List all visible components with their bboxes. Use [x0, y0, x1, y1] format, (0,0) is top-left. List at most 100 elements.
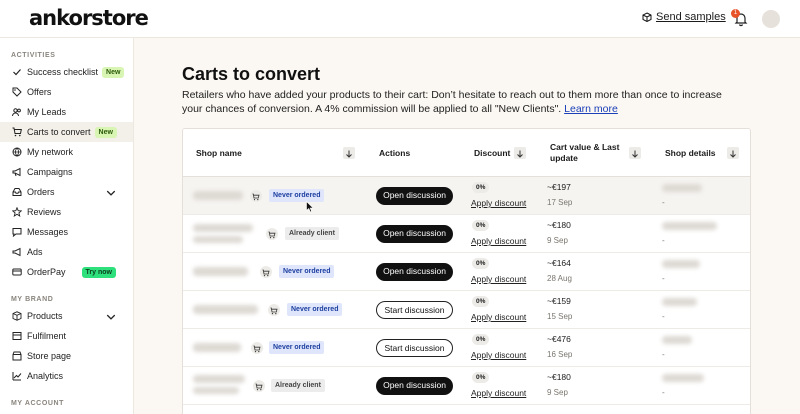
sidebar-item-messages[interactable]: Messages	[0, 222, 133, 242]
shop-name-redacted	[193, 387, 239, 394]
cart-icon	[251, 342, 263, 354]
arrow-down-icon	[730, 150, 736, 158]
apply-discount-link[interactable]: Apply discount	[471, 388, 526, 398]
sidebar-item-label: Messages	[27, 227, 69, 237]
shop-name-redacted	[193, 236, 243, 243]
sidebar-item-success-checklist[interactable]: Success checklist New	[0, 62, 133, 82]
arrow-down-icon	[346, 150, 352, 158]
sidebar-item-label: Ads	[27, 247, 43, 257]
cart-icon	[253, 380, 265, 392]
sidebar-item-my-network[interactable]: My network	[0, 142, 133, 162]
table-row[interactable]: Never ordered Start discussion 0% Apply …	[183, 329, 750, 367]
sidebar-item-label: Reviews	[27, 207, 62, 217]
cart-icon	[266, 228, 278, 240]
last-update: 28 Aug	[547, 274, 572, 283]
shop-details-redacted	[662, 184, 702, 192]
sidebar-item-offers[interactable]: Offers	[0, 82, 133, 102]
sort-shop-details-button[interactable]	[727, 147, 739, 159]
discount-badge: 0%	[472, 220, 490, 231]
shop-name-redacted	[193, 191, 243, 200]
discount-badge: 0%	[472, 372, 490, 383]
section-title-my-brand: MY BRAND	[11, 296, 54, 303]
brand-logo[interactable]: ankorstore	[29, 6, 149, 30]
table-row[interactable]: Never ordered Open discussion 0% Apply d…	[183, 253, 750, 291]
table-row[interactable]: Never ordered Open discussion 0% Apply d…	[183, 177, 750, 215]
table-row[interactable]: Already client Open discussion 0% Apply …	[183, 367, 750, 405]
learn-more-link[interactable]: Learn more	[564, 103, 618, 115]
store-icon	[12, 351, 22, 361]
shop-name-redacted	[193, 267, 248, 276]
sidebar-item-analytics[interactable]: Analytics	[0, 366, 133, 386]
cart-icon	[260, 266, 272, 278]
open-discussion-button[interactable]: Open discussion	[376, 187, 453, 205]
send-samples-link[interactable]: Send samples	[642, 11, 726, 23]
shop-name-redacted	[193, 343, 241, 352]
description-text: Retailers who have added your products t…	[182, 89, 722, 115]
users-icon	[12, 108, 21, 117]
sidebar-item-my-leads[interactable]: My Leads	[0, 102, 133, 122]
sidebar-item-fulfilment[interactable]: Fulfilment	[0, 326, 133, 346]
shop-name-redacted	[193, 224, 253, 232]
sidebar-item-orders[interactable]: Orders	[0, 182, 133, 202]
sort-discount-button[interactable]	[514, 147, 526, 159]
last-update: 17 Sep	[547, 198, 573, 207]
discount-badge: 0%	[472, 258, 490, 269]
start-discussion-button[interactable]: Start discussion	[376, 339, 453, 357]
sidebar-item-store-page[interactable]: Store page	[0, 346, 133, 366]
star-icon	[12, 207, 22, 217]
sidebar-item-carts-to-convert[interactable]: Carts to convert New	[0, 122, 133, 142]
shop-details-value: -	[662, 274, 665, 283]
notification-badge: 1	[731, 9, 740, 18]
shop-name-redacted	[193, 375, 245, 383]
sidebar-item-label: Carts to convert	[27, 127, 91, 137]
shop-details-value: -	[662, 198, 665, 207]
megaphone-icon	[12, 167, 21, 177]
apply-discount-link[interactable]: Apply discount	[471, 236, 526, 246]
column-header-shop-name: Shop name	[196, 147, 242, 158]
open-discussion-button[interactable]: Open discussion	[376, 225, 453, 243]
table-header: Shop name Actions Discount Cart value & …	[183, 129, 750, 177]
section-title-activities: ACTIVITIES	[11, 52, 56, 59]
status-badge: Never ordered	[269, 341, 325, 354]
avatar[interactable]	[762, 10, 780, 28]
sidebar: ACTIVITIES Success checklist New Offers …	[0, 38, 134, 414]
globe-icon	[12, 147, 22, 157]
sidebar-item-label: Campaigns	[27, 167, 73, 177]
table-row[interactable]: Never ordered Start discussion 0% Apply …	[183, 291, 750, 329]
sidebar-item-reviews[interactable]: Reviews	[0, 202, 133, 222]
sort-shop-name-button[interactable]	[343, 147, 355, 159]
arrow-down-icon	[517, 150, 523, 158]
apply-discount-link[interactable]: Apply discount	[471, 350, 526, 360]
shop-details-redacted	[662, 260, 700, 268]
sidebar-item-ads[interactable]: Ads	[0, 242, 133, 262]
chevron-down-icon	[106, 314, 116, 320]
shop-details-redacted	[662, 374, 704, 382]
last-update: 9 Sep	[547, 388, 568, 397]
sidebar-item-orderpay[interactable]: OrderPay Try now	[0, 262, 133, 282]
status-badge: Already client	[285, 227, 339, 240]
open-discussion-button[interactable]: Open discussion	[376, 377, 453, 395]
apply-discount-link[interactable]: Apply discount	[471, 274, 526, 284]
sidebar-item-label: Orders	[27, 187, 55, 197]
ads-icon	[12, 247, 21, 257]
sort-cart-value-button[interactable]	[629, 147, 641, 159]
new-badge: New	[94, 126, 117, 138]
sidebar-item-products[interactable]: Products	[0, 306, 133, 326]
shop-details-value: -	[662, 350, 665, 359]
section-title-my-account: MY ACCOUNT	[11, 400, 65, 407]
chart-icon	[12, 372, 22, 381]
page-title: Carts to convert	[182, 64, 321, 84]
sidebar-item-label: My Leads	[27, 107, 67, 117]
sidebar-item-label: My network	[27, 147, 74, 157]
open-discussion-button[interactable]: Open discussion	[376, 263, 453, 281]
apply-discount-link[interactable]: Apply discount	[471, 198, 526, 208]
last-update: 15 Sep	[547, 312, 573, 321]
start-discussion-button[interactable]: Start discussion	[376, 301, 453, 319]
sidebar-item-campaigns[interactable]: Campaigns	[0, 162, 133, 182]
discount-badge: 0%	[472, 334, 490, 345]
cart-value: ~€180	[547, 220, 571, 230]
status-badge: Never ordered	[269, 189, 325, 202]
apply-discount-link[interactable]: Apply discount	[471, 312, 526, 322]
sidebar-item-label: OrderPay	[27, 267, 66, 277]
table-row[interactable]: Already client Open discussion 0% Apply …	[183, 215, 750, 253]
